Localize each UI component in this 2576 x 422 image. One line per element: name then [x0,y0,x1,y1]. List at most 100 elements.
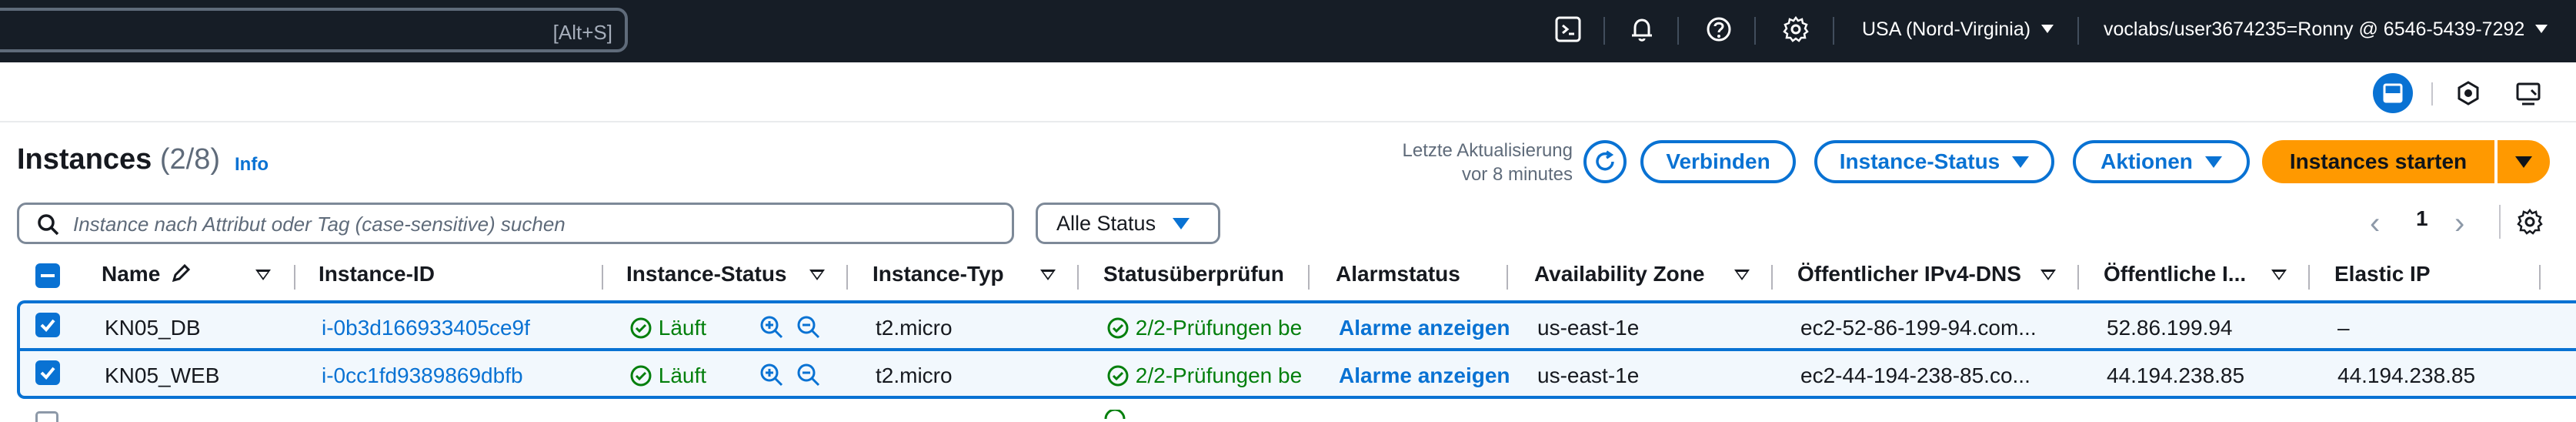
search-input[interactable] [73,213,996,236]
chevron-left-icon[interactable]: ‹ [2370,206,2380,241]
status-select-label: Alle Status [1056,211,1156,235]
table-row[interactable]: KN05_DB i-0b3d166933405ce9f Läuft t2.mic… [17,300,2576,350]
region-selector[interactable]: USA (Nord-Virginia) [1862,18,2054,41]
column-divider [602,265,603,290]
column-divider [1308,265,1310,290]
column-divider [294,265,295,290]
account-label: voclabs/user3674235=Ronny @ 6546-5439-72… [2104,18,2525,40]
column-header-status-check[interactable]: Statusüberprüfun [1103,262,1285,286]
refresh-icon [1596,150,1614,171]
instance-state-label: Instance-Status [1839,149,2000,173]
nav-divider [1677,17,1679,45]
success-circle-icon [630,317,652,339]
zoom-in-icon[interactable] [759,314,785,340]
search-shortcut-hint: [Alt+S] [552,21,612,44]
zoom-in-icon[interactable] [759,362,785,388]
instance-id-link[interactable]: i-0b3d166933405ce9f [322,316,530,340]
column-header-public-dns[interactable]: Öffentlicher IPv4-DNS [1797,262,2021,286]
screen-feedback-icon[interactable] [2508,73,2548,113]
sort-icon[interactable] [255,270,271,280]
sort-icon[interactable] [809,270,825,280]
column-header-instance-state[interactable]: Instance-Status [626,262,787,286]
chevron-down-icon [2535,25,2548,33]
chevron-down-icon [1173,217,1190,229]
column-header-instance-id[interactable]: Instance-ID [319,262,435,286]
column-header-public-ip[interactable]: Öffentliche I... [2104,262,2246,286]
help-icon[interactable] [1703,14,1734,45]
instance-id-link[interactable]: i-0cc1fd9389869dbfb [322,363,523,388]
connect-button[interactable]: Verbinden [1640,140,1796,183]
sort-icon[interactable] [2271,270,2287,280]
chevron-down-icon [2515,156,2532,168]
row-checkbox[interactable] [35,360,60,385]
column-header-instance-type[interactable]: Instance-Typ [873,262,1004,286]
actions-button[interactable]: Aktionen [2073,140,2250,183]
pager-divider [2499,205,2501,239]
success-circle-icon [1107,365,1129,387]
select-all-checkbox[interactable] [35,263,60,288]
split-panel-icon[interactable] [2373,73,2413,113]
instance-type: t2.micro [876,363,953,387]
column-header-availability-zone[interactable]: Availability Zone [1534,262,1704,286]
last-update-label: Letzte Aktualisierung [1402,140,1573,161]
account-menu[interactable]: voclabs/user3674235=Ronny @ 6546-5439-72… [2104,18,2548,41]
cloudshell-icon[interactable] [1553,14,1583,45]
instance-filter[interactable] [17,203,1014,244]
column-header-elastic-ip[interactable]: Elastic IP [2334,262,2431,286]
sort-icon[interactable] [1734,270,1750,280]
zoom-out-icon[interactable] [796,362,822,388]
current-page[interactable]: 1 [2416,206,2428,231]
chevron-right-icon[interactable]: › [2454,206,2464,241]
column-header-name[interactable]: Name [102,262,192,286]
elastic-ip: 44.194.238.85 [2337,363,2476,387]
row-checkbox[interactable] [35,313,60,337]
title-text: Instances [17,143,152,176]
connect-label: Verbinden [1666,149,1770,173]
launch-instances-button[interactable]: Instances starten [2262,140,2494,183]
selection-count: (2/8) [159,143,221,176]
toolbar-divider [2431,82,2433,106]
view-alarms-link[interactable]: Alarme anzeigen [1339,316,1510,340]
global-search-input[interactable]: [Alt+S] [0,8,628,52]
refresh-button[interactable] [1583,140,1627,183]
search-icon [38,214,59,236]
last-update-text: Letzte Aktualisierung vor 8 minutes [1308,139,1573,186]
success-circle-icon [1107,317,1129,339]
column-divider [846,265,848,290]
sort-icon[interactable] [2040,270,2056,280]
column-divider [2308,265,2310,290]
column-label: Name [102,262,161,286]
status-check-text: 2/2-Prüfungen be [1135,363,1303,387]
table-row-partial [17,402,2576,422]
region-label: USA (Nord-Virginia) [1862,18,2031,40]
launch-dropdown-button[interactable] [2498,140,2550,183]
launch-label: Instances starten [2289,149,2468,173]
info-link[interactable]: Info [235,154,269,176]
instance-state: Läuft [629,363,706,388]
page-title: Instances (2/8) [17,143,220,176]
table-settings-icon[interactable] [2514,206,2545,237]
table-row[interactable]: KN05_WEB i-0cc1fd9389869dbfb Läuft t2.mi… [17,350,2576,399]
status-filter-select[interactable]: Alle Status [1036,203,1220,244]
security-icon[interactable] [2448,73,2488,113]
check-icon [40,319,55,332]
chevron-down-icon [2204,156,2222,168]
chevron-down-icon [2012,156,2030,168]
view-alarms-link[interactable]: Alarme anzeigen [1339,363,1510,388]
column-header-alarm-status[interactable]: Alarmstatus [1336,262,1460,286]
sort-icon[interactable] [1040,270,1056,280]
instance-name: KN05_WEB [105,363,220,387]
public-dns: ec2-44-194-238-85.co... [1800,363,2030,387]
row-checkbox[interactable] [35,411,58,422]
instance-state-button[interactable]: Instance-Status [1814,140,2054,183]
settings-icon[interactable] [1780,14,1811,45]
nav-divider [1754,17,1756,45]
status-check: 2/2-Prüfungen be [1106,363,1331,388]
bell-icon[interactable] [1627,14,1657,45]
elastic-ip: – [2337,316,2350,340]
nav-divider [1603,17,1605,45]
instance-state-text: Läuft [658,363,707,387]
column-divider [2539,265,2541,290]
zoom-out-icon[interactable] [796,314,822,340]
instance-state: Läuft [629,316,706,340]
